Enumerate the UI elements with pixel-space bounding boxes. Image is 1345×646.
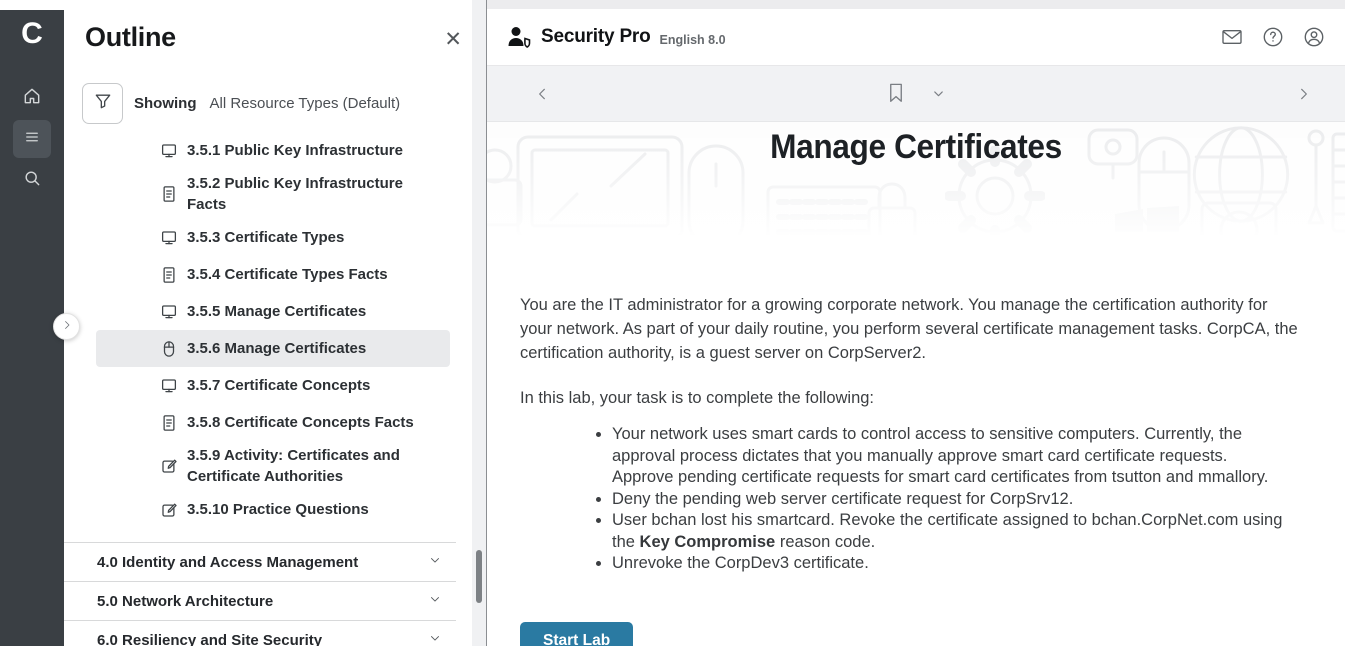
mail-icon[interactable] — [1221, 26, 1243, 48]
title-banner: Manage Certificates — [487, 122, 1345, 235]
menu-icon — [23, 128, 41, 151]
home-icon — [22, 86, 42, 111]
outline-item-list: 3.5.1 Public Key Infrastructure 3.5.2 Pub… — [96, 132, 450, 528]
top-strip — [487, 0, 1345, 9]
outline-scrollbar[interactable] — [472, 0, 486, 646]
chevron-down-icon — [428, 553, 442, 572]
task-list: Your network uses smart cards to control… — [520, 424, 1301, 575]
monitor-icon — [160, 141, 178, 161]
outline-item-label: 3.5.2 Public Key Infrastructure Facts — [187, 173, 442, 215]
page-title: Manage Certificates — [517, 128, 1315, 167]
outline-item-label: 3.5.5 Manage Certificates — [187, 301, 366, 322]
rail-nav — [13, 79, 51, 199]
chevron-down-icon[interactable] — [931, 86, 946, 101]
task-item: Your network uses smart cards to control… — [612, 424, 1301, 489]
filter-funnel-icon — [93, 91, 113, 116]
app-title: Security Pro — [541, 26, 651, 48]
panel-collapse-button[interactable] — [53, 313, 80, 340]
outline-item[interactable]: 3.5.10 Practice Questions — [96, 491, 450, 528]
outline-item-label: 3.5.4 Certificate Types Facts — [187, 264, 388, 285]
outline-section[interactable]: 4.0 Identity and Access Management — [64, 542, 456, 581]
outline-section-list: 4.0 Identity and Access Management 5.0 Ne… — [64, 542, 456, 646]
chevron-down-icon — [428, 592, 442, 611]
document-icon — [160, 184, 178, 204]
ruler-watermark-icon — [1329, 130, 1345, 235]
main-area: Security Pro English 8.0 — [486, 0, 1345, 646]
outline-section[interactable]: 6.0 Resiliency and Site Security — [64, 620, 456, 646]
bookmark-icon[interactable] — [887, 82, 905, 104]
outline-section-label: 6.0 Resiliency and Site Security — [97, 632, 322, 646]
monitor-icon — [160, 302, 178, 322]
task-item: Unrevoke the CorpDev3 certificate. — [612, 553, 1301, 575]
task-item: User bchan lost his smartcard. Revoke th… — [612, 510, 1301, 553]
chevron-down-icon — [428, 631, 442, 646]
app-header: Security Pro English 8.0 — [487, 9, 1345, 66]
close-icon[interactable]: ✕ — [444, 29, 462, 50]
forward-arrow-icon[interactable] — [1295, 85, 1311, 108]
outline-item-label: 3.5.10 Practice Questions — [187, 499, 369, 520]
outline-item[interactable]: 3.5.2 Public Key Infrastructure Facts — [96, 169, 450, 219]
account-icon[interactable] — [1303, 26, 1325, 48]
lesson-navbar — [487, 66, 1345, 122]
outline-item[interactable]: 3.5.8 Certificate Concepts Facts — [96, 404, 450, 441]
edit-icon — [160, 500, 178, 520]
task-intro: In this lab, your task is to complete th… — [520, 386, 1301, 410]
filter-value: All Resource Types (Default) — [210, 95, 401, 112]
outline-item-label: 3.5.1 Public Key Infrastructure — [187, 140, 403, 161]
outline-scrollbar-thumb[interactable] — [476, 550, 482, 603]
outline-title: Outline — [85, 22, 176, 53]
outline-item[interactable]: 3.5.1 Public Key Infrastructure — [96, 132, 450, 169]
padlock-watermark-icon — [861, 178, 923, 235]
search-icon — [22, 168, 42, 193]
outline-panel: Outline ✕ Showing All Resource Types (De… — [64, 0, 486, 646]
chevron-right-icon — [61, 318, 73, 336]
outline-item-label: 3.5.6 Manage Certificates — [187, 338, 366, 359]
lab-content: You are the IT administrator for a growi… — [487, 235, 1345, 646]
outline-item[interactable]: 3.5.6 Manage Certificates — [96, 330, 450, 367]
document-icon — [160, 265, 178, 285]
filter-button[interactable] — [82, 83, 123, 124]
task-item: Deny the pending web server certificate … — [612, 489, 1301, 511]
monitor-icon — [160, 376, 178, 396]
outline-menu-button[interactable] — [13, 120, 51, 158]
outline-item-label: 3.5.7 Certificate Concepts — [187, 375, 370, 396]
outline-item[interactable]: 3.5.7 Certificate Concepts — [96, 367, 450, 404]
windows-watermark-icon — [1115, 206, 1179, 235]
outline-item[interactable]: 3.5.4 Certificate Types Facts — [96, 256, 450, 293]
outline-item-label: 3.5.8 Certificate Concepts Facts — [187, 412, 414, 433]
outline-item-label: 3.5.3 Certificate Types — [187, 227, 344, 248]
outline-item-label: 3.5.9 Activity: Certificates and Certifi… — [187, 445, 442, 487]
outline-item[interactable]: 3.5.3 Certificate Types — [96, 219, 450, 256]
filter-showing-label: Showing — [134, 95, 197, 112]
scenario-paragraph: You are the IT administrator for a growi… — [520, 293, 1301, 365]
app-version: English 8.0 — [660, 33, 726, 47]
brand-logo: C — [21, 19, 43, 49]
start-lab-button[interactable]: Start Lab — [520, 622, 633, 646]
monitor-icon — [160, 228, 178, 248]
mouse-icon — [160, 339, 178, 359]
app-window: C Outline ✕ — [0, 0, 1345, 646]
document-icon — [160, 413, 178, 433]
outline-item[interactable]: 3.5.5 Manage Certificates — [96, 293, 450, 330]
monitor2-watermark-icon — [1199, 200, 1279, 235]
search-button[interactable] — [13, 161, 51, 199]
outline-section-label: 5.0 Network Architecture — [97, 593, 273, 610]
help-icon[interactable] — [1262, 26, 1284, 48]
home-button[interactable] — [13, 79, 51, 117]
edit-icon — [160, 456, 178, 476]
outline-section-label: 4.0 Identity and Access Management — [97, 554, 358, 571]
outline-section[interactable]: 5.0 Network Architecture — [64, 581, 456, 620]
outline-item[interactable]: 3.5.9 Activity: Certificates and Certifi… — [96, 441, 450, 491]
security-pro-logo-icon — [506, 25, 532, 49]
